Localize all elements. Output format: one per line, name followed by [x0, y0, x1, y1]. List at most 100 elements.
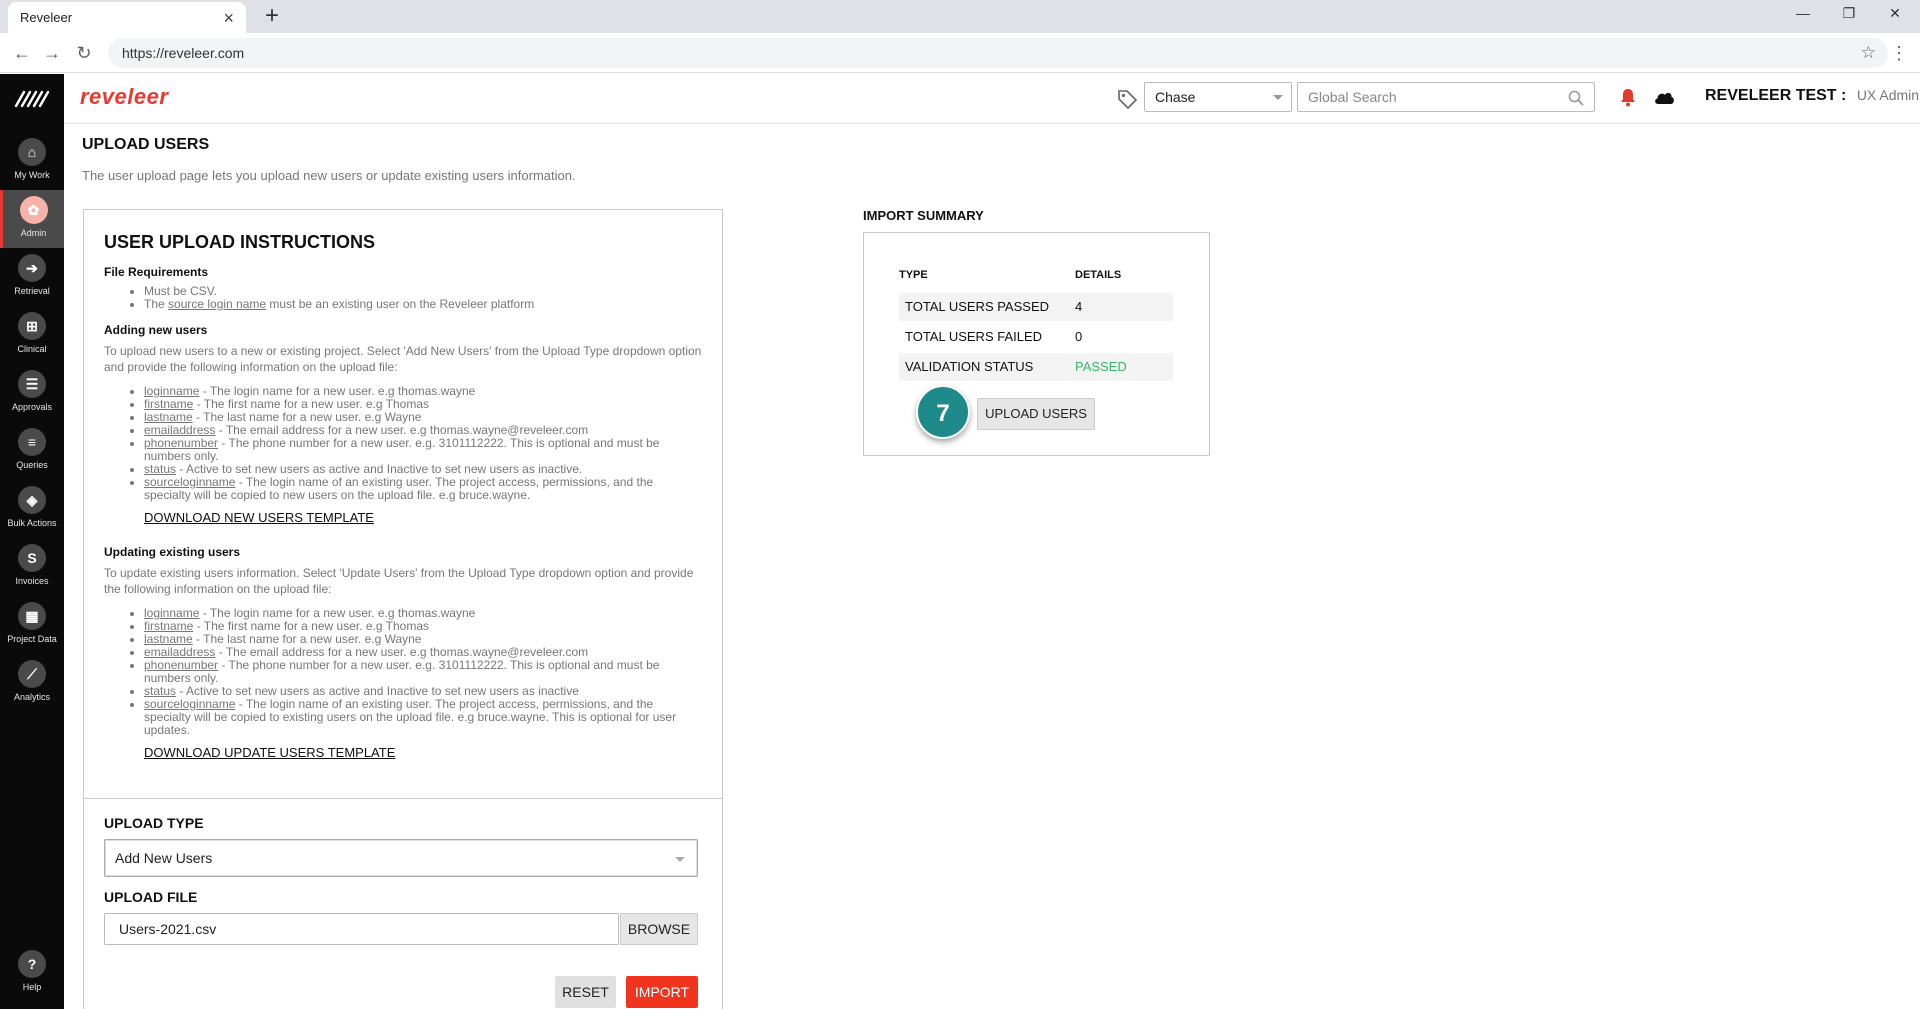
sidenav-item-invoices[interactable]: S Invoices — [0, 538, 64, 596]
field-key: sourceloginname — [144, 475, 236, 489]
import-summary-card: TYPE DETAILS TOTAL USERS PASSED 4 TOTAL … — [863, 232, 1210, 456]
tab-title: Reveleer — [20, 10, 73, 25]
chevron-down-icon — [1273, 95, 1283, 100]
field-description: - Active to set new users as active and … — [176, 684, 579, 698]
minimize-button[interactable]: — — [1780, 0, 1826, 28]
upload-file-input[interactable]: Users-2021.csv — [104, 913, 619, 945]
summary-row-value: 4 — [1075, 299, 1083, 314]
global-search-input[interactable] — [1298, 83, 1548, 111]
file-requirements-list: Must be CSV. The source login name must … — [144, 285, 702, 311]
url-text: https://reveleer.com — [122, 45, 245, 61]
download-new-users-template-link[interactable]: DOWNLOAD NEW USERS TEMPLATE — [144, 510, 702, 525]
search-icon[interactable] — [1568, 90, 1584, 106]
global-search-box — [1297, 82, 1595, 112]
field-description: - Active to set new users as active and … — [176, 462, 583, 476]
summary-details-header: DETAILS — [1075, 269, 1122, 281]
sidenav-item-analytics[interactable]: ⟋ Analytics — [0, 654, 64, 712]
reload-icon[interactable]: ↻ — [72, 41, 96, 65]
list-item: The source login name must be an existin… — [144, 298, 702, 311]
browse-button[interactable]: BROWSE — [620, 913, 698, 945]
upload-file-label: UPLOAD FILE — [104, 889, 198, 905]
list-item: phonenumber - The phone number for a new… — [144, 659, 702, 685]
sidenav-item-admin[interactable]: ✿ Admin — [0, 190, 64, 248]
field-description: - The first name for a new user. e.g Tho… — [193, 397, 430, 411]
arrow-in-icon: ➔ — [18, 254, 46, 282]
back-icon[interactable]: ← — [10, 41, 34, 65]
project-data-icon: ▦ — [18, 602, 46, 630]
upload-type-select[interactable]: Add New Users — [104, 839, 698, 877]
adding-users-fields-list: loginname - The login name for a new use… — [144, 385, 702, 502]
forward-icon[interactable]: → — [40, 41, 64, 65]
upload-users-button[interactable]: UPLOAD USERS — [977, 398, 1095, 430]
field-description: - The phone number for a new user. e.g. … — [144, 658, 660, 685]
field-key: lastname — [144, 632, 193, 646]
field-key: status — [144, 462, 177, 476]
tab-close-icon[interactable]: × — [223, 9, 234, 27]
cloud-icon[interactable] — [1653, 88, 1675, 106]
user-info[interactable]: REVELEER TEST : UX Admin — [1705, 87, 1919, 105]
download-update-users-template-link[interactable]: DOWNLOAD UPDATE USERS TEMPLATE — [144, 745, 702, 760]
field-key: emailaddress — [144, 645, 216, 659]
adding-users-title: Adding new users — [104, 323, 208, 337]
list-icon: ≡ — [18, 428, 46, 456]
field-key: emailaddress — [144, 423, 216, 437]
list-item: sourceloginname - The login name of an e… — [144, 698, 702, 737]
summary-row-value: 0 — [1075, 329, 1083, 344]
adding-users-description: To upload new users to a new or existing… — [104, 344, 702, 374]
updating-users-fields-list: loginname - The login name for a new use… — [144, 607, 702, 737]
list-item: phonenumber - The phone number for a new… — [144, 437, 702, 463]
import-button[interactable]: IMPORT — [626, 976, 698, 1008]
requirement-text: The — [144, 297, 169, 311]
field-description: - The login name for a new user. e.g tho… — [199, 606, 476, 620]
sidenav-item-my-work[interactable]: ⌂ My Work — [0, 132, 64, 190]
summary-type-header: TYPE — [899, 269, 928, 281]
upload-type-value: Add New Users — [115, 850, 213, 866]
requirement-text: Must be CSV. — [144, 284, 217, 298]
chart-icon: ⟋ — [18, 660, 46, 688]
field-key: phonenumber — [144, 436, 219, 450]
reveleer-logo-mark[interactable] — [14, 88, 50, 110]
sidenav-item-label: Queries — [16, 460, 48, 470]
upload-type-label: UPLOAD TYPE — [104, 815, 204, 831]
field-key: firstname — [144, 619, 194, 633]
notification-bell-icon[interactable] — [1619, 87, 1637, 107]
field-description: - The login name for a new user. e.g tho… — [199, 384, 476, 398]
instructions-title: USER UPLOAD INSTRUCTIONS — [104, 232, 376, 252]
validation-status-value: PASSED — [1075, 359, 1127, 374]
bookmark-star-icon[interactable]: ☆ — [1861, 38, 1876, 68]
sidenav-item-retrieval[interactable]: ➔ Retrieval — [0, 248, 64, 306]
sidenav-item-help[interactable]: ? Help — [0, 944, 64, 1002]
app-header: reveleer Chase REVELEER TEST : UX Admin — [64, 74, 1920, 124]
sidenav-item-queries[interactable]: ≡ Queries — [0, 422, 64, 480]
source-login-name-key: source login name — [168, 297, 267, 311]
clipboard-plus-icon: ⊞ — [18, 312, 46, 340]
restore-button[interactable]: ❐ — [1826, 0, 1872, 28]
browser-tabbar: Reveleer × + — ❐ ✕ — [0, 0, 1920, 33]
sidenav-item-clinical[interactable]: ⊞ Clinical — [0, 306, 64, 364]
sidenav-item-bulk-actions[interactable]: ◈ Bulk Actions — [0, 480, 64, 538]
field-description: - The email address for a new user. e.g … — [215, 645, 589, 659]
brand-logo[interactable]: reveleer — [80, 84, 168, 110]
summary-row-label: TOTAL USERS PASSED — [905, 299, 1050, 314]
url-field[interactable]: https://reveleer.com ☆ — [108, 38, 1888, 68]
project-select-value: Chase — [1155, 89, 1196, 105]
summary-row-validation: VALIDATION STATUS PASSED — [899, 353, 1173, 381]
user-role: UX Admin — [1856, 87, 1920, 103]
sidenav-item-approvals[interactable]: ☰ Approvals — [0, 364, 64, 422]
field-description: - The last name for a new user. e.g Wayn… — [192, 632, 422, 646]
browser-tab[interactable]: Reveleer × — [8, 2, 246, 33]
field-key: phonenumber — [144, 658, 219, 672]
reset-button[interactable]: RESET — [555, 976, 616, 1008]
field-key: loginname — [144, 384, 200, 398]
updating-users-description: To update existing users information. Se… — [104, 566, 694, 596]
tag-icon[interactable] — [1116, 88, 1138, 110]
new-tab-button[interactable]: + — [258, 3, 286, 31]
browser-menu-icon[interactable]: ⋮ — [1890, 41, 1908, 65]
window-close-button[interactable]: ✕ — [1872, 0, 1918, 28]
sidenav-item-label: My Work — [14, 170, 50, 180]
updating-users-title: Updating existing users — [104, 545, 241, 559]
project-select[interactable]: Chase — [1144, 82, 1292, 112]
side-navigation: ⌂ My Work ✿ Admin ➔ Retrieval ⊞ Clinical ☰ Approv… — [0, 74, 64, 1009]
sidenav-item-project-data[interactable]: ▦ Project Data — [0, 596, 64, 654]
sidenav-item-label: Analytics — [13, 692, 50, 702]
